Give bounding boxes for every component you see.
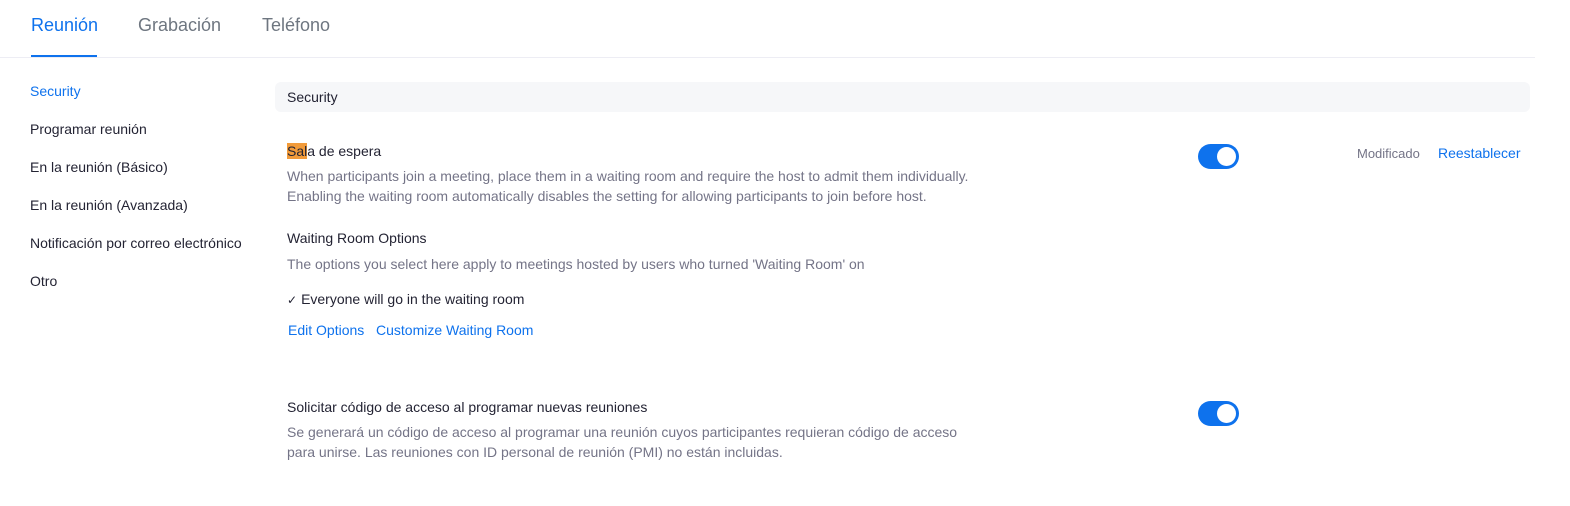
toggle-knob (1217, 404, 1236, 423)
sidebar-item-security[interactable]: Security (30, 83, 81, 99)
tab-grabacion[interactable]: Grabación (138, 15, 221, 36)
tab-reunion[interactable]: Reunión (31, 15, 98, 36)
settings-tabs: Reunión Grabación Teléfono (0, 0, 1535, 58)
waiting-room-options-description: The options you select here apply to mee… (287, 256, 865, 272)
sidebar-item-basico[interactable]: En la reunión (Básico) (30, 159, 168, 175)
sidebar-item-otro[interactable]: Otro (30, 273, 57, 289)
waiting-room-toggle[interactable] (1198, 144, 1239, 169)
waiting-room-title-rest: a de espera (307, 143, 382, 159)
passcode-description: Se generará un código de acceso al progr… (287, 424, 958, 460)
selected-option: ✓ Everyone will go in the waiting room (287, 291, 524, 307)
reset-link[interactable]: Reestablecer (1438, 145, 1521, 161)
toggle-knob (1217, 147, 1236, 166)
tab-telefono[interactable]: Teléfono (262, 15, 330, 36)
search-highlight: Sal (287, 143, 308, 159)
modified-label: Modificado (1357, 146, 1420, 161)
section-title: Security (287, 89, 338, 105)
check-icon: ✓ (287, 293, 298, 307)
section-header: Security (275, 82, 1530, 112)
customize-waiting-room-link[interactable]: Customize Waiting Room (376, 322, 533, 338)
selected-option-label: Everyone will go in the waiting room (301, 291, 525, 307)
edit-options-link[interactable]: Edit Options (288, 322, 364, 338)
sidebar-item-avanzada[interactable]: En la reunión (Avanzada) (30, 197, 188, 213)
waiting-room-title: Sala de espera (287, 143, 381, 159)
waiting-room-description: When participants join a meeting, place … (287, 168, 969, 204)
sidebar-item-programar-reunion[interactable]: Programar reunión (30, 121, 147, 137)
waiting-room-options-title: Waiting Room Options (287, 230, 427, 246)
passcode-title: Solicitar código de acceso al programar … (287, 399, 648, 415)
passcode-toggle[interactable] (1198, 401, 1239, 426)
active-tab-indicator (31, 55, 97, 57)
sidebar-item-notificacion[interactable]: Notificación por correo electrónico (30, 235, 242, 251)
